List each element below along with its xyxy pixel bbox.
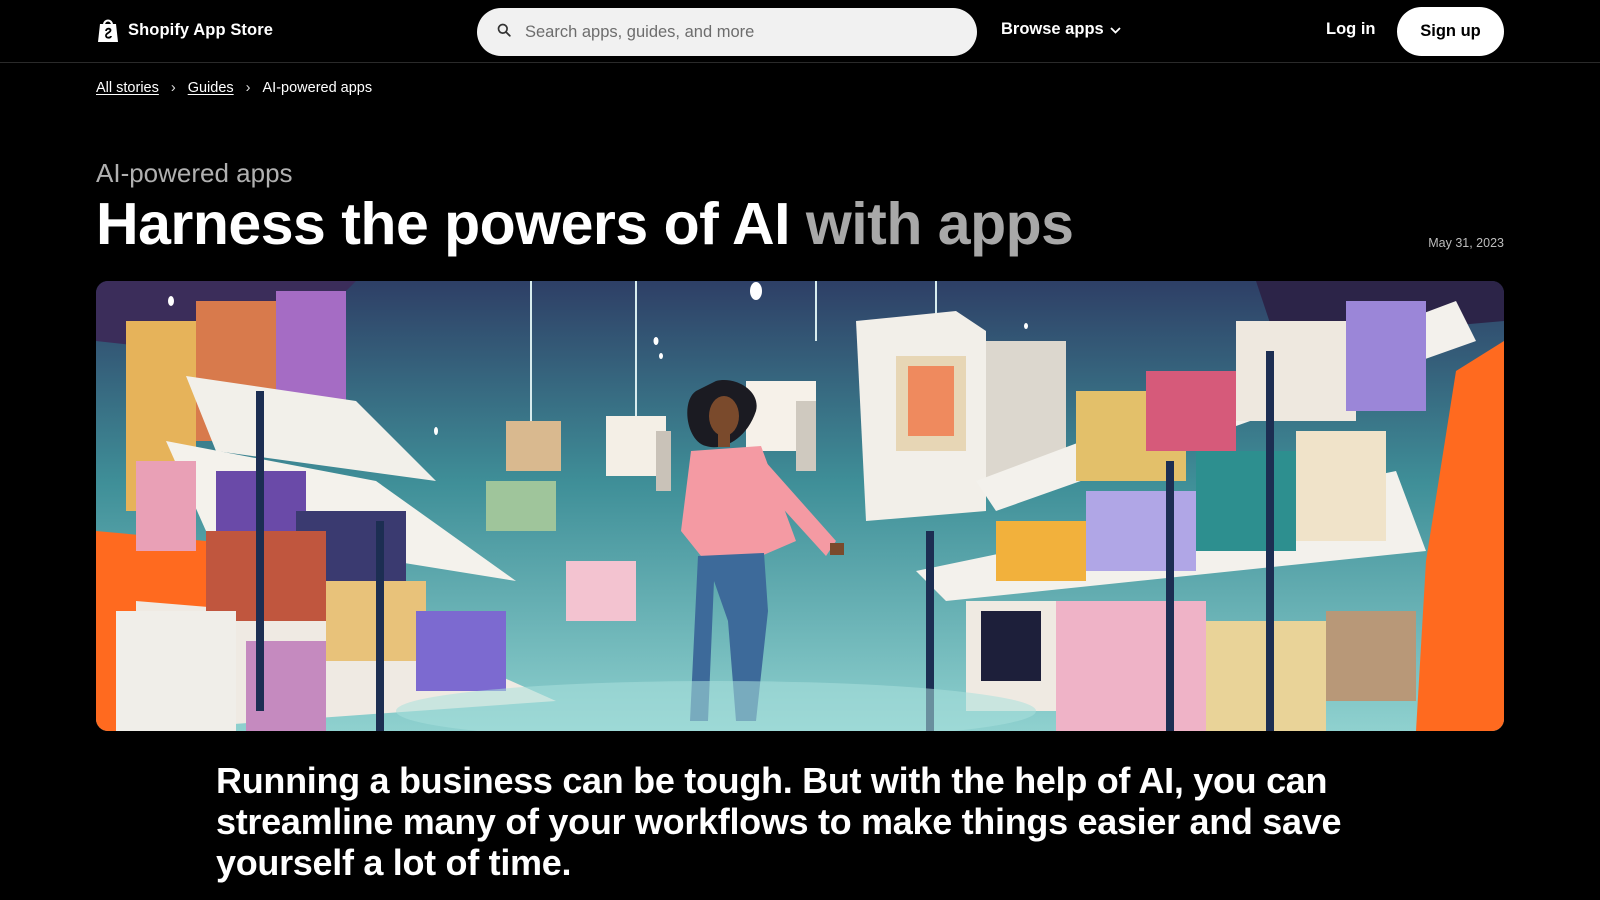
title-main: Harness the powers of AI — [96, 191, 790, 257]
logo-text: Shopify App Store — [128, 21, 274, 39]
search-input[interactable] — [523, 21, 947, 43]
hero-image — [96, 281, 1504, 731]
search-bar[interactable] — [477, 8, 977, 56]
signup-button[interactable]: Sign up — [1397, 7, 1504, 56]
article-category: AI-powered apps — [96, 158, 293, 188]
breadcrumb-all-stories[interactable]: All stories — [96, 80, 159, 96]
browse-apps-label: Browse apps — [1001, 20, 1104, 38]
article-intro: Running a business can be tough. But wit… — [216, 760, 1342, 883]
publish-date: May 31, 2023 — [1428, 236, 1504, 250]
title-muted: with apps — [805, 191, 1074, 257]
breadcrumb-guides[interactable]: Guides — [188, 80, 234, 96]
top-navigation: Shopify App Store Browse apps Log in Sig… — [0, 0, 1600, 63]
chevron-down-icon — [1110, 20, 1121, 39]
breadcrumb: All stories › Guides › AI-powered apps — [96, 80, 372, 96]
logo-link[interactable]: Shopify App Store — [96, 17, 273, 44]
search-icon — [497, 23, 511, 42]
login-button[interactable]: Log in — [1326, 20, 1375, 39]
browse-apps-menu[interactable]: Browse apps — [1001, 20, 1121, 39]
shopping-bag-icon — [96, 17, 120, 44]
breadcrumb-current: AI-powered apps — [262, 80, 373, 96]
breadcrumb-separator: › — [245, 80, 251, 96]
page-title: Harness the powers of AI with apps — [96, 188, 1074, 260]
breadcrumb-separator: › — [170, 80, 176, 96]
